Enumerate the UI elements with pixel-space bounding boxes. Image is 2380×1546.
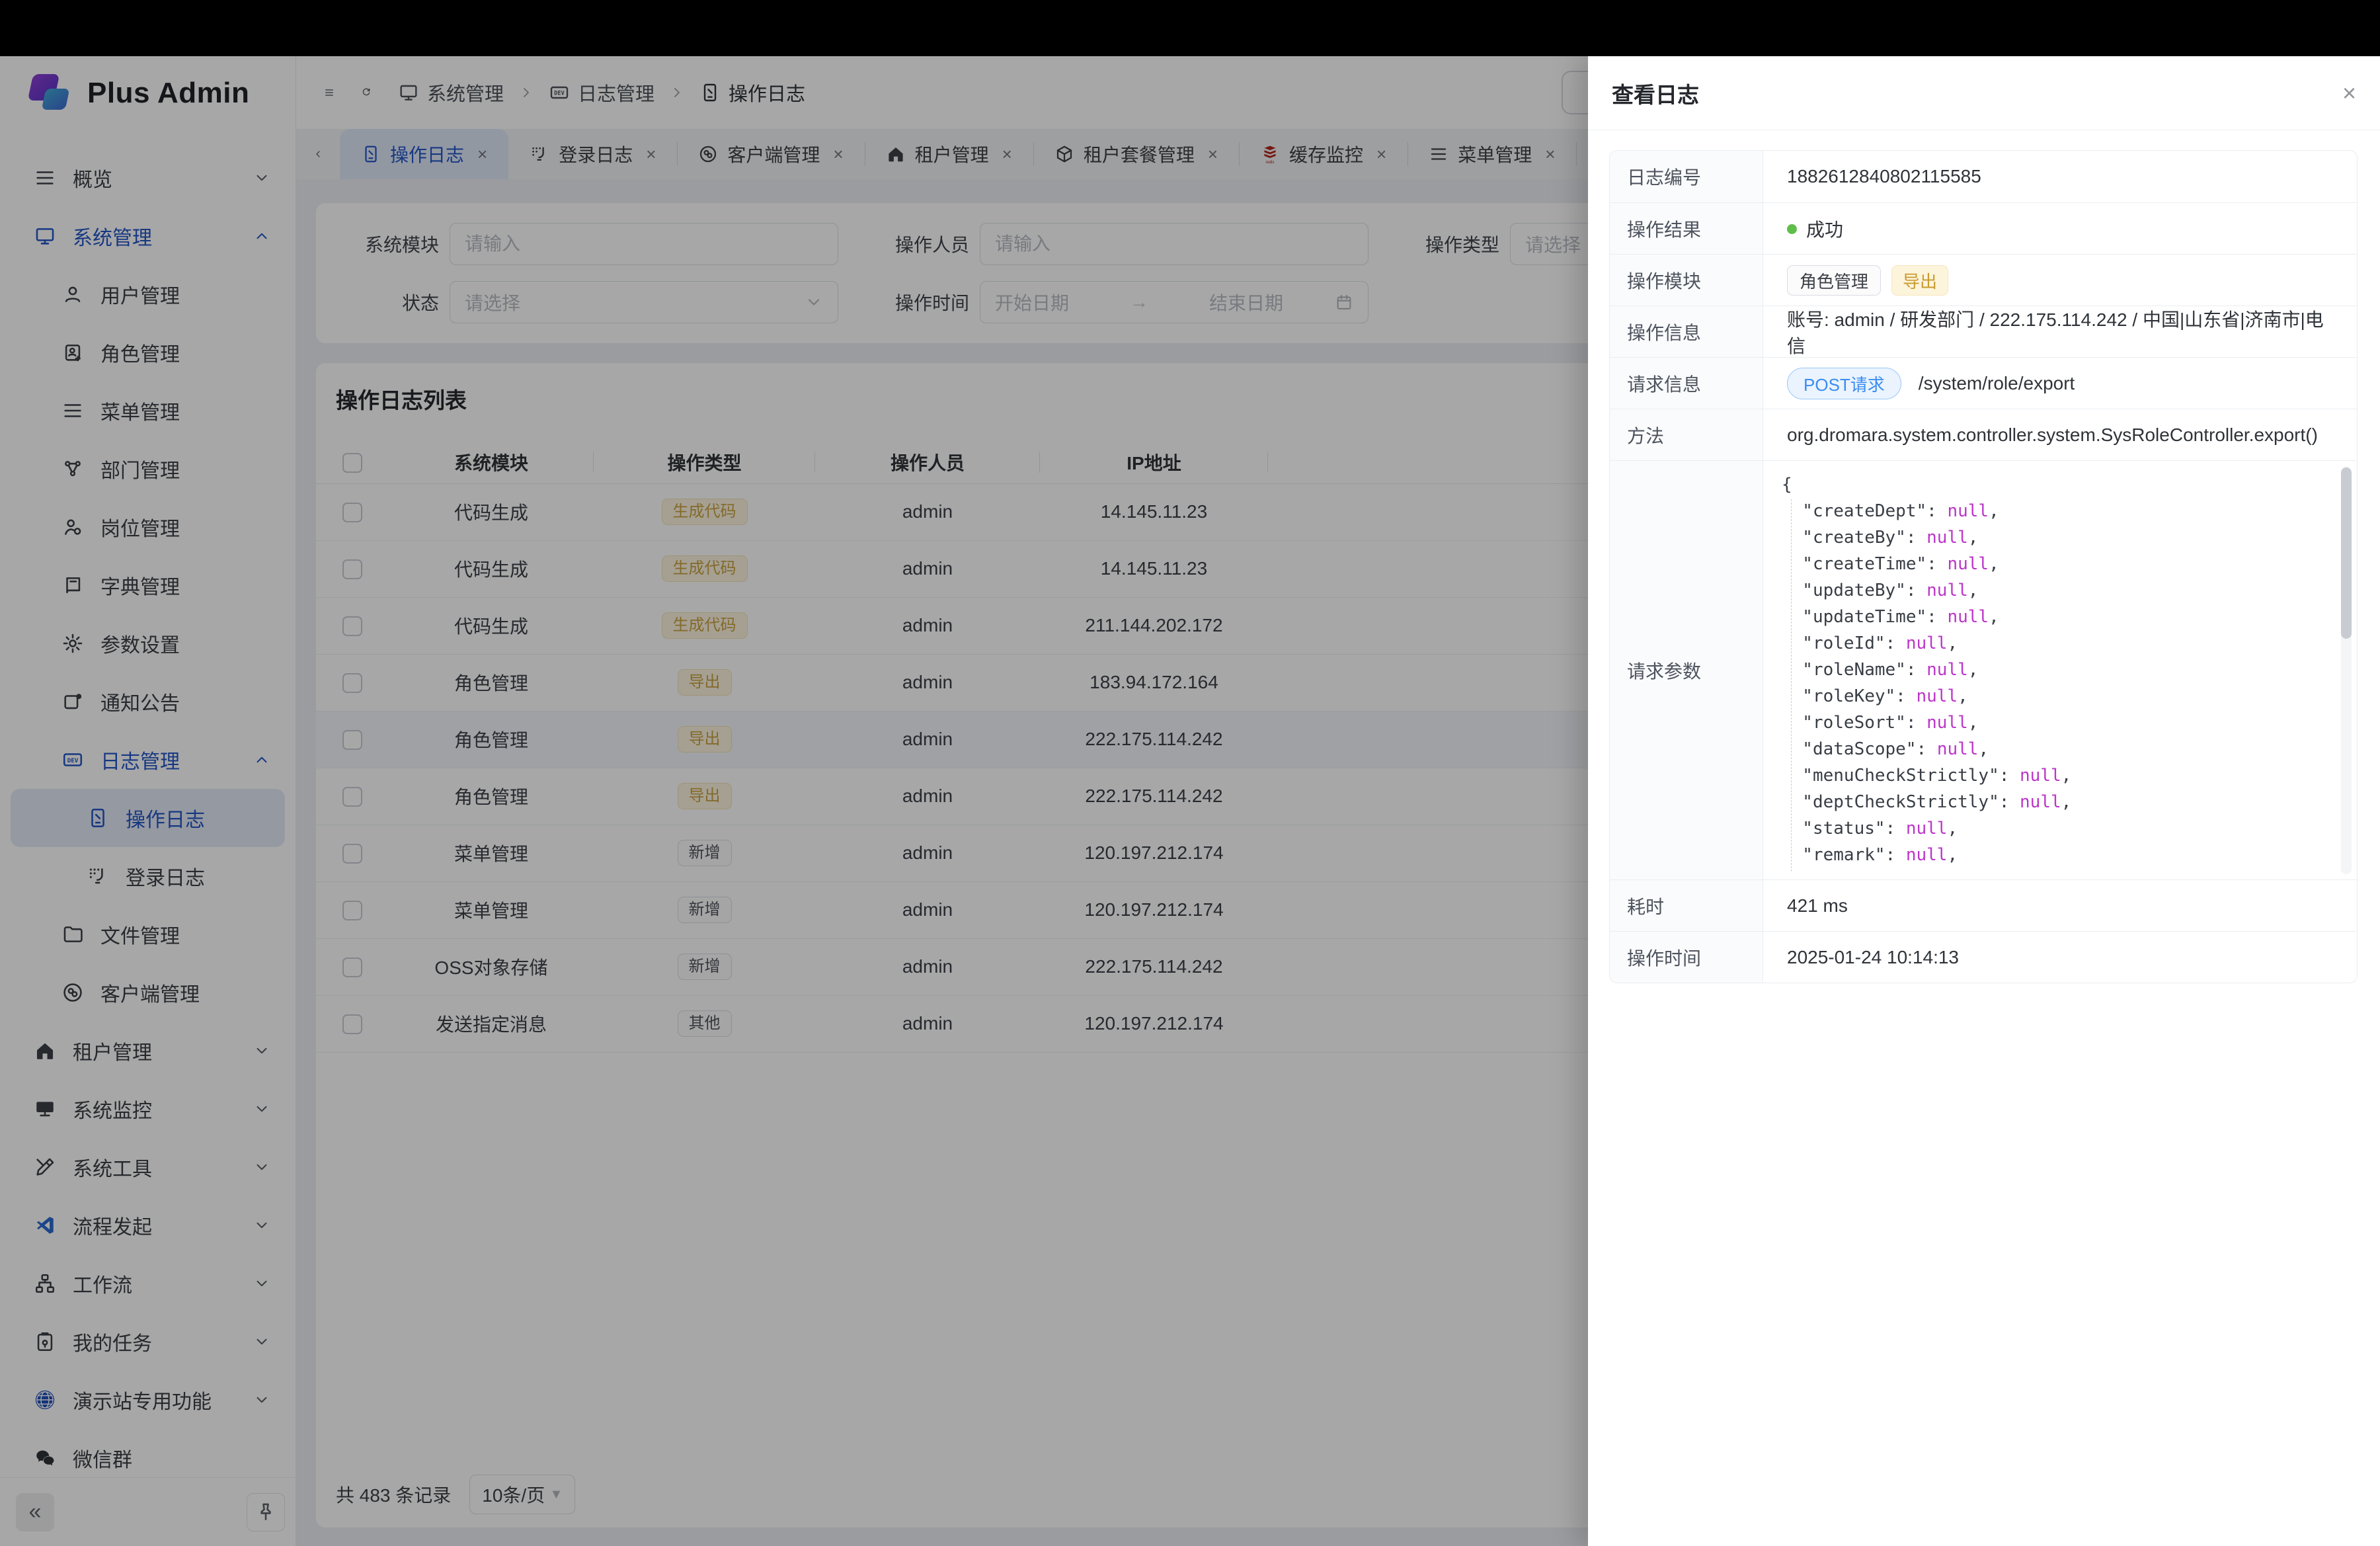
- detail-row-module: 操作模块 角色管理 导出: [1610, 254, 2357, 305]
- json-line: "createDept": null,: [1782, 498, 2337, 524]
- json-line: "updateTime": null,: [1782, 604, 2337, 630]
- success-dot-icon: [1787, 224, 1797, 234]
- json-line: "roleId": null,: [1782, 630, 2337, 657]
- indent-guide: [1791, 499, 1792, 872]
- detail-row-time: 操作时间 2025-01-24 10:14:13: [1610, 931, 2357, 983]
- json-line: "createBy": null,: [1782, 524, 2337, 551]
- json-line: "deptCheckStrictly": null,: [1782, 789, 2337, 815]
- time-value: 2025-01-24 10:14:13: [1763, 932, 2357, 983]
- module-value: 角色管理 导出: [1763, 255, 2357, 306]
- log-id-value: 1882612840802115585: [1763, 151, 2357, 202]
- detail-row-result: 操作结果 成功: [1610, 202, 2357, 254]
- json-line: "roleName": null,: [1782, 657, 2337, 683]
- drawer-header: 查看日志 ×: [1588, 56, 2380, 130]
- info-value: 账号: admin / 研发部门 / 222.175.114.242 / 中国|…: [1763, 306, 2357, 358]
- params-value: { "createDept": null, "createBy": null, …: [1763, 461, 2357, 879]
- module-tag: 角色管理: [1787, 265, 1881, 296]
- action-tag: 导出: [1891, 265, 1948, 296]
- request-path: /system/role/export: [1919, 373, 2075, 394]
- json-line: {: [1782, 471, 2337, 498]
- method-value: org.dromara.system.controller.system.Sys…: [1763, 409, 2357, 461]
- post-method-tag: POST请求: [1787, 368, 1901, 399]
- json-line: "status": null,: [1782, 815, 2337, 842]
- view-log-drawer: 查看日志 × 日志编号 1882612840802115585 操作结果 成功 …: [1588, 56, 2380, 1546]
- scrollbar-thumb[interactable]: [2341, 468, 2352, 639]
- detail-row-request: 请求信息 POST请求 /system/role/export: [1610, 357, 2357, 409]
- json-line: "menuCheckStrictly": null,: [1782, 762, 2337, 789]
- screen: Plus Admin 概览系统管理用户管理角色管理菜单管理部门管理岗位管理字典管…: [0, 0, 2380, 1546]
- result-value: 成功: [1763, 203, 2357, 255]
- json-line: "remark": null,: [1782, 842, 2337, 868]
- detail-row-log-id: 日志编号 1882612840802115585: [1610, 151, 2357, 202]
- scrollbar-track[interactable]: [2341, 466, 2352, 874]
- drawer-body: 日志编号 1882612840802115585 操作结果 成功 操作模块 角色…: [1588, 130, 2380, 983]
- duration-value: 421 ms: [1763, 880, 2357, 932]
- json-line: "dataScope": null,: [1782, 736, 2337, 762]
- log-detail-table: 日志编号 1882612840802115585 操作结果 成功 操作模块 角色…: [1609, 150, 2358, 983]
- detail-row-method: 方法 org.dromara.system.controller.system.…: [1610, 409, 2357, 460]
- close-icon[interactable]: ×: [2342, 81, 2356, 105]
- json-line: "updateBy": null,: [1782, 577, 2337, 604]
- drawer-title: 查看日志: [1612, 77, 1699, 109]
- detail-row-params: 请求参数 { "createDept": null, "createBy": n…: [1610, 460, 2357, 879]
- json-viewer: { "createDept": null, "createBy": null, …: [1763, 461, 2357, 879]
- detail-row-info: 操作信息 账号: admin / 研发部门 / 222.175.114.242 …: [1610, 305, 2357, 357]
- request-value: POST请求 /system/role/export: [1763, 358, 2357, 409]
- detail-row-duration: 耗时 421 ms: [1610, 879, 2357, 931]
- json-line: "roleSort": null,: [1782, 710, 2337, 736]
- json-line: "createTime": null,: [1782, 551, 2337, 577]
- json-line: "roleKey": null,: [1782, 683, 2337, 710]
